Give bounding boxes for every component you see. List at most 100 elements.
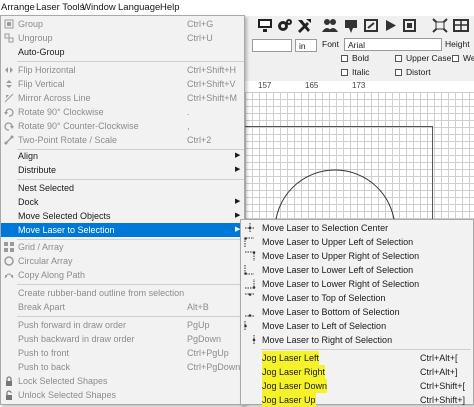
tools-icon[interactable] bbox=[296, 18, 312, 33]
lock-icon bbox=[6, 376, 12, 386]
menu-item-label: Push to front bbox=[18, 348, 70, 358]
weld-checkbox[interactable] bbox=[452, 55, 459, 62]
menu-item-shortcut: Ctrl+Shift+M bbox=[187, 93, 238, 103]
menu-item-label: Rotate 90° Counter-Clockwise bbox=[18, 121, 139, 131]
italic-label: Italic bbox=[352, 67, 370, 77]
menu-item-group[interactable]: Group Ctrl+G bbox=[1, 17, 244, 31]
menu-item-nest-selected[interactable]: Nest Selected bbox=[1, 181, 244, 195]
monitor-icon[interactable] bbox=[257, 18, 273, 33]
menu-item-grid-array[interactable]: Grid / Array bbox=[1, 240, 244, 254]
menu-item-push-to-front[interactable]: Push to front Ctrl+PgUp bbox=[1, 346, 244, 360]
submenu-item-label: Move Laser to Upper Left of Selection bbox=[262, 237, 414, 247]
menu-item-rotate-cw[interactable]: Rotate 90° Clockwise . bbox=[1, 105, 244, 119]
menu-item-label: Unlock Selected Shapes bbox=[18, 390, 117, 400]
menu-item-label: Mirror Across Line bbox=[18, 93, 91, 103]
submenu-item-left[interactable]: Move Laser to Left of Selection bbox=[241, 319, 473, 333]
menu-item-move-selected-objects[interactable]: Move Selected Objects ▶ bbox=[1, 209, 244, 223]
menu-arrange[interactable]: Arrange bbox=[1, 2, 35, 14]
menu-item-dock[interactable]: Dock ▶ bbox=[1, 195, 244, 209]
menu-item-rubber-band-outline[interactable]: Create rubber-band outline from selectio… bbox=[1, 286, 244, 300]
menu-item-two-point-rotate[interactable]: Two-Point Rotate / Scale Ctrl+2 bbox=[1, 133, 244, 147]
menu-item-label: Distribute bbox=[18, 165, 57, 175]
submenu-item-top[interactable]: Move Laser to Top of Selection bbox=[241, 291, 473, 305]
menu-item-break-apart[interactable]: Break Apart Alt+B bbox=[1, 300, 244, 314]
submenu-arrow-icon: ▶ bbox=[235, 166, 241, 173]
menu-item-unlock-shapes[interactable]: Unlock Selected Shapes bbox=[1, 388, 244, 402]
menu-item-label: Break Apart bbox=[18, 302, 66, 312]
ruler-mark: 157 bbox=[258, 81, 272, 90]
submenu-item-jog-right[interactable]: Jog Laser Right Ctrl+Alt+] bbox=[241, 365, 473, 379]
submenu-item-right[interactable]: Move Laser to Right of Selection bbox=[241, 333, 473, 347]
menu-item-circular-array[interactable]: Circular Array bbox=[1, 254, 244, 268]
menu-item-label: Flip Horizontal bbox=[18, 65, 76, 75]
unit-select[interactable]: in bbox=[295, 39, 317, 52]
menu-item-push-to-back[interactable]: Push to back Ctrl+PgDown bbox=[1, 360, 244, 374]
submenu-item-jog-down[interactable]: Jog Laser Down Ctrl+Shift+[ bbox=[241, 379, 473, 393]
menu-item-copy-along-path[interactable]: Copy Along Path bbox=[1, 268, 244, 282]
menu-window[interactable]: Window bbox=[82, 2, 116, 14]
submenu-item-bottom[interactable]: Move Laser to Bottom of Selection bbox=[241, 305, 473, 319]
submenu-item-shortcut: Ctrl+Shift+[ bbox=[420, 381, 466, 391]
stop-icon[interactable] bbox=[402, 18, 418, 33]
two-point-rotate-icon bbox=[4, 135, 14, 145]
play-icon[interactable] bbox=[383, 18, 399, 33]
menu-item-push-forward[interactable]: Push forward in draw order PgUp bbox=[1, 318, 244, 332]
distort-checkbox[interactable] bbox=[395, 69, 402, 76]
users-icon[interactable] bbox=[322, 18, 338, 33]
rotate-counter-clockwise-icon bbox=[4, 122, 14, 131]
menu-item-ungroup[interactable]: Ungroup Ctrl+U bbox=[1, 31, 244, 45]
menu-item-label: Auto-Group bbox=[18, 47, 65, 57]
transform-icon[interactable] bbox=[363, 18, 379, 33]
menu-item-auto-group[interactable]: Auto-Group bbox=[1, 45, 244, 59]
menu-item-label: Group bbox=[18, 19, 44, 29]
corner-lower-right-icon bbox=[245, 279, 256, 289]
weld-label: Weld bbox=[463, 53, 474, 63]
font-select[interactable]: Arial bbox=[344, 38, 442, 51]
submenu-item-label: Move Laser to Upper Right of Selection bbox=[262, 251, 420, 261]
menu-item-flip-vertical[interactable]: Flip Vertical Ctrl+Shift+V bbox=[1, 77, 244, 91]
submenu-arrow-icon: ▶ bbox=[235, 152, 241, 159]
menu-item-shortcut: Ctrl+PgDown bbox=[187, 362, 241, 372]
submenu-item-label: Jog Laser Left bbox=[262, 351, 320, 365]
menu-item-shortcut: Ctrl+Shift+V bbox=[187, 79, 236, 89]
upper-case-checkbox[interactable] bbox=[395, 55, 402, 62]
submenu-item-lower-left[interactable]: Move Laser to Lower Left of Selection bbox=[241, 263, 473, 277]
menu-item-label: Ungroup bbox=[18, 33, 53, 43]
menu-language[interactable]: Language bbox=[118, 2, 160, 14]
menu-separator bbox=[17, 61, 244, 62]
submenu-item-selection-center[interactable]: Move Laser to Selection Center bbox=[241, 221, 473, 235]
menu-item-align[interactable]: Align ▶ bbox=[1, 149, 244, 163]
menu-item-shortcut: Ctrl+Shift+H bbox=[187, 65, 237, 75]
submenu-item-upper-right[interactable]: Move Laser to Upper Right of Selection bbox=[241, 249, 473, 263]
menu-item-mirror-across-line[interactable]: Mirror Across Line Ctrl+Shift+M bbox=[1, 91, 244, 105]
menu-item-label: Lock Selected Shapes bbox=[18, 376, 108, 386]
bold-checkbox[interactable] bbox=[341, 55, 348, 62]
circle-shape[interactable] bbox=[245, 150, 474, 230]
submenu-item-lower-right[interactable]: Move Laser to Lower Right of Selection bbox=[241, 277, 473, 291]
corner-upper-left-icon bbox=[244, 237, 254, 247]
menu-item-push-backward[interactable]: Push backward in draw order PgDown bbox=[1, 332, 244, 346]
text-properties-bar: in Font Arial Height 0 Bold Italic Upper… bbox=[245, 35, 474, 81]
frame-icon[interactable] bbox=[432, 18, 448, 33]
submenu-item-jog-left[interactable]: Jog Laser Left Ctrl+Alt+[ bbox=[241, 351, 473, 365]
submenu-item-label: Jog Laser Right bbox=[262, 365, 326, 379]
menu-item-label: Copy Along Path bbox=[18, 270, 86, 280]
numeric-field[interactable] bbox=[252, 39, 292, 52]
laser-head-icon[interactable] bbox=[343, 18, 359, 33]
grid-settings-icon[interactable] bbox=[453, 18, 469, 33]
menu-item-distribute[interactable]: Distribute ▶ bbox=[1, 163, 244, 177]
menu-item-move-laser-to-selection[interactable]: Move Laser to Selection ▶ bbox=[1, 223, 244, 237]
upper-case-label: Upper Case bbox=[406, 53, 452, 63]
menu-item-rotate-ccw[interactable]: Rotate 90° Counter-Clockwise , bbox=[1, 119, 244, 133]
gears-icon[interactable] bbox=[277, 18, 293, 33]
menu-item-flip-horizontal[interactable]: Flip Horizontal Ctrl+Shift+H bbox=[1, 63, 244, 77]
menu-item-shortcut: Ctrl+PgUp bbox=[187, 348, 229, 358]
height-label: Height bbox=[445, 39, 470, 49]
bold-label: Bold bbox=[352, 53, 370, 63]
italic-checkbox[interactable] bbox=[341, 69, 348, 76]
menu-help[interactable]: Help bbox=[160, 2, 180, 14]
submenu-item-label: Move Laser to Lower Right of Selection bbox=[262, 279, 420, 289]
submenu-item-upper-left[interactable]: Move Laser to Upper Left of Selection bbox=[241, 235, 473, 249]
menu-laser-tools[interactable]: Laser Tools bbox=[36, 2, 84, 14]
menu-item-lock-shapes[interactable]: Lock Selected Shapes bbox=[1, 374, 244, 388]
